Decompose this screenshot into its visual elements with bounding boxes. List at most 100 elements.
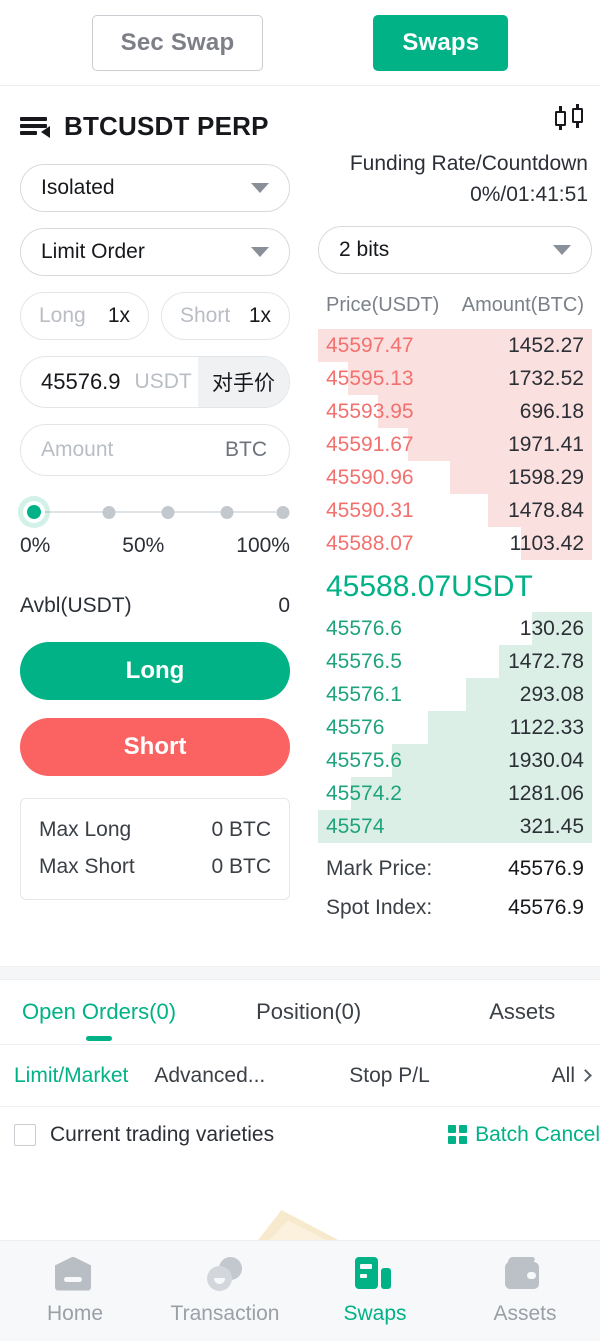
page-title[interactable]: BTCUSDT PERP [64, 111, 269, 142]
slider-tick-dot[interactable] [161, 506, 175, 519]
orderbook-row[interactable]: 45590.31 1478.84 [318, 494, 592, 527]
tab-position[interactable]: Position(0) [256, 999, 361, 1025]
filter-stop-pl[interactable]: Stop P/L [349, 1064, 430, 1088]
orderbook-row[interactable]: 45576.5 1472.78 [318, 645, 592, 678]
orderbook-amount: 696.18 [519, 399, 584, 423]
nav-label-swaps: Swaps [343, 1301, 407, 1325]
orderbook-price: 45593.95 [326, 399, 414, 423]
orderbook-row[interactable]: 45593.95 696.18 [318, 395, 592, 428]
long-leverage-button[interactable]: Long 1x [20, 292, 149, 340]
slider-tick-dot[interactable] [276, 506, 290, 519]
orderbook-price: 45576.1 [326, 682, 402, 706]
orderbook-asks: 45597.47 1452.27 45595.13 1732.52 45593.95 69… [318, 329, 592, 560]
nav-item-assets[interactable]: Assets [450, 1241, 600, 1341]
orderbook-amount-header: Amount(BTC) [461, 294, 584, 316]
orderbook-amount: 1971.41 [508, 432, 584, 456]
mark-price-row: Mark Price: 45576.9 [318, 849, 592, 888]
orderbook-row[interactable]: 45591.67 1971.41 [318, 428, 592, 461]
swaps-button[interactable]: Swaps [373, 14, 509, 71]
chevron-down-icon [553, 245, 571, 255]
section-divider [0, 966, 600, 980]
max-long-value: 0 BTC [211, 818, 271, 841]
precision-select[interactable]: 2 bits [318, 226, 592, 274]
short-leverage-value: 1x [248, 304, 271, 327]
nav-label-transaction: Transaction [170, 1301, 280, 1325]
slider-tick-0: 0% [20, 534, 51, 557]
orderbook-price: 45590.31 [326, 498, 414, 522]
list-filter-icon[interactable] [20, 115, 50, 138]
long-leverage-value: 1x [107, 304, 130, 327]
nav-item-swaps[interactable]: Swaps [300, 1241, 450, 1341]
slider-tick-dot[interactable] [220, 506, 234, 519]
nav-item-transaction[interactable]: Transaction [150, 1241, 300, 1341]
price-input[interactable]: 45576.9 [21, 369, 121, 395]
mark-price-value: 45576.9 [508, 857, 584, 880]
order-filter-bar: Limit/Market Advanced... Stop P/L All [0, 1044, 600, 1106]
orderbook-row[interactable]: 45576.6 130.26 [318, 612, 592, 645]
current-varieties-checkbox[interactable] [14, 1123, 36, 1146]
filter-advanced[interactable]: Advanced... [154, 1064, 265, 1088]
orderbook-price: 45595.13 [326, 366, 414, 390]
batch-cancel-button[interactable]: Batch Cancel [448, 1123, 600, 1147]
margin-mode-select[interactable]: Isolated [20, 164, 290, 212]
main-content: BTCUSDT PERP Isolated Limit Order Long 1… [0, 86, 600, 966]
price-input-group[interactable]: 45576.9 USDT 对手价 [20, 356, 290, 408]
bottom-navigation: Home Transaction Swaps Assets [0, 1240, 600, 1341]
counterparty-price-button[interactable]: 对手价 [198, 357, 289, 407]
orderbook-price: 45574.2 [326, 781, 402, 805]
orderbook-row[interactable]: 45576 1122.33 [318, 711, 592, 744]
orderbook-column-headers: Price(USDT) Amount(BTC) [318, 294, 592, 317]
tab-open-orders[interactable]: Open Orders(0) [22, 999, 176, 1041]
chart-toggle-row [318, 104, 592, 148]
spot-index-value: 45576.9 [508, 896, 584, 919]
orderbook-price: 45588.07 [326, 531, 414, 555]
chevron-down-icon [251, 183, 269, 193]
orderbook-row[interactable]: 45597.47 1452.27 [318, 329, 592, 362]
slider-tick-dot[interactable] [102, 506, 116, 519]
orderbook-row[interactable]: 45595.13 1732.52 [318, 362, 592, 395]
swaps-icon [355, 1256, 395, 1293]
funding-rate-label: Funding Rate/Countdown [349, 152, 588, 175]
top-segmented-bar: Sec Swap Swaps [0, 0, 600, 86]
orderbook-amount: 1930.04 [508, 748, 584, 772]
long-order-button[interactable]: Long [20, 642, 290, 700]
amount-input[interactable]: Amount [21, 438, 154, 462]
tab-label: Assets [489, 999, 556, 1024]
orderbook-row[interactable]: 45574.2 1281.06 [318, 777, 592, 810]
amount-percent-slider[interactable] [23, 501, 290, 523]
precision-value: 2 bits [339, 238, 390, 261]
orderbook-row[interactable]: 45576.1 293.08 [318, 678, 592, 711]
orderbook-amount: 1598.29 [508, 465, 584, 489]
orderbook-row[interactable]: 45575.6 1930.04 [318, 744, 592, 777]
orderbook-amount: 1122.33 [509, 715, 584, 739]
available-balance-row: Avbl(USDT) 0 [20, 594, 290, 618]
margin-mode-value: Isolated [41, 176, 115, 199]
available-balance-value: 0 [278, 594, 290, 617]
sec-swap-button[interactable]: Sec Swap [91, 14, 264, 71]
orderbook-price: 45597.47 [326, 333, 414, 357]
slider-handle[interactable] [23, 501, 45, 523]
slider-tick-labels: 0% 50% 100% [20, 534, 290, 558]
candlestick-icon[interactable] [554, 104, 588, 132]
short-order-button[interactable]: Short [20, 718, 290, 776]
amount-input-group[interactable]: Amount BTC [20, 424, 290, 476]
orderbook-row[interactable]: 45588.07 1103.42 [318, 527, 592, 560]
nav-item-home[interactable]: Home [0, 1241, 150, 1341]
spot-index-row: Spot Index: 45576.9 [318, 888, 592, 927]
spot-index-label: Spot Index: [326, 896, 433, 919]
orderbook-row[interactable]: 45574 321.45 [318, 810, 592, 843]
current-varieties-row: Current trading varieties Batch Cancel [0, 1106, 600, 1162]
filter-limit-market[interactable]: Limit/Market [14, 1064, 128, 1088]
order-type-select[interactable]: Limit Order [20, 228, 290, 276]
current-varieties-label[interactable]: Current trading varieties [50, 1123, 274, 1147]
tab-assets[interactable]: Assets [489, 999, 555, 1025]
orderbook-price-header: Price(USDT) [326, 294, 440, 316]
orderbook-amount: 1103.42 [509, 531, 584, 555]
orderbook-row[interactable]: 45590.96 1598.29 [318, 461, 592, 494]
orderbook-amount: 293.08 [519, 682, 584, 706]
orderbook-amount: 1281.06 [508, 781, 584, 805]
all-filter-button[interactable]: All [552, 1064, 592, 1088]
short-leverage-button[interactable]: Short 1x [161, 292, 290, 340]
max-long-label: Max Long [39, 818, 132, 841]
leverage-row: Long 1x Short 1x [20, 292, 290, 340]
